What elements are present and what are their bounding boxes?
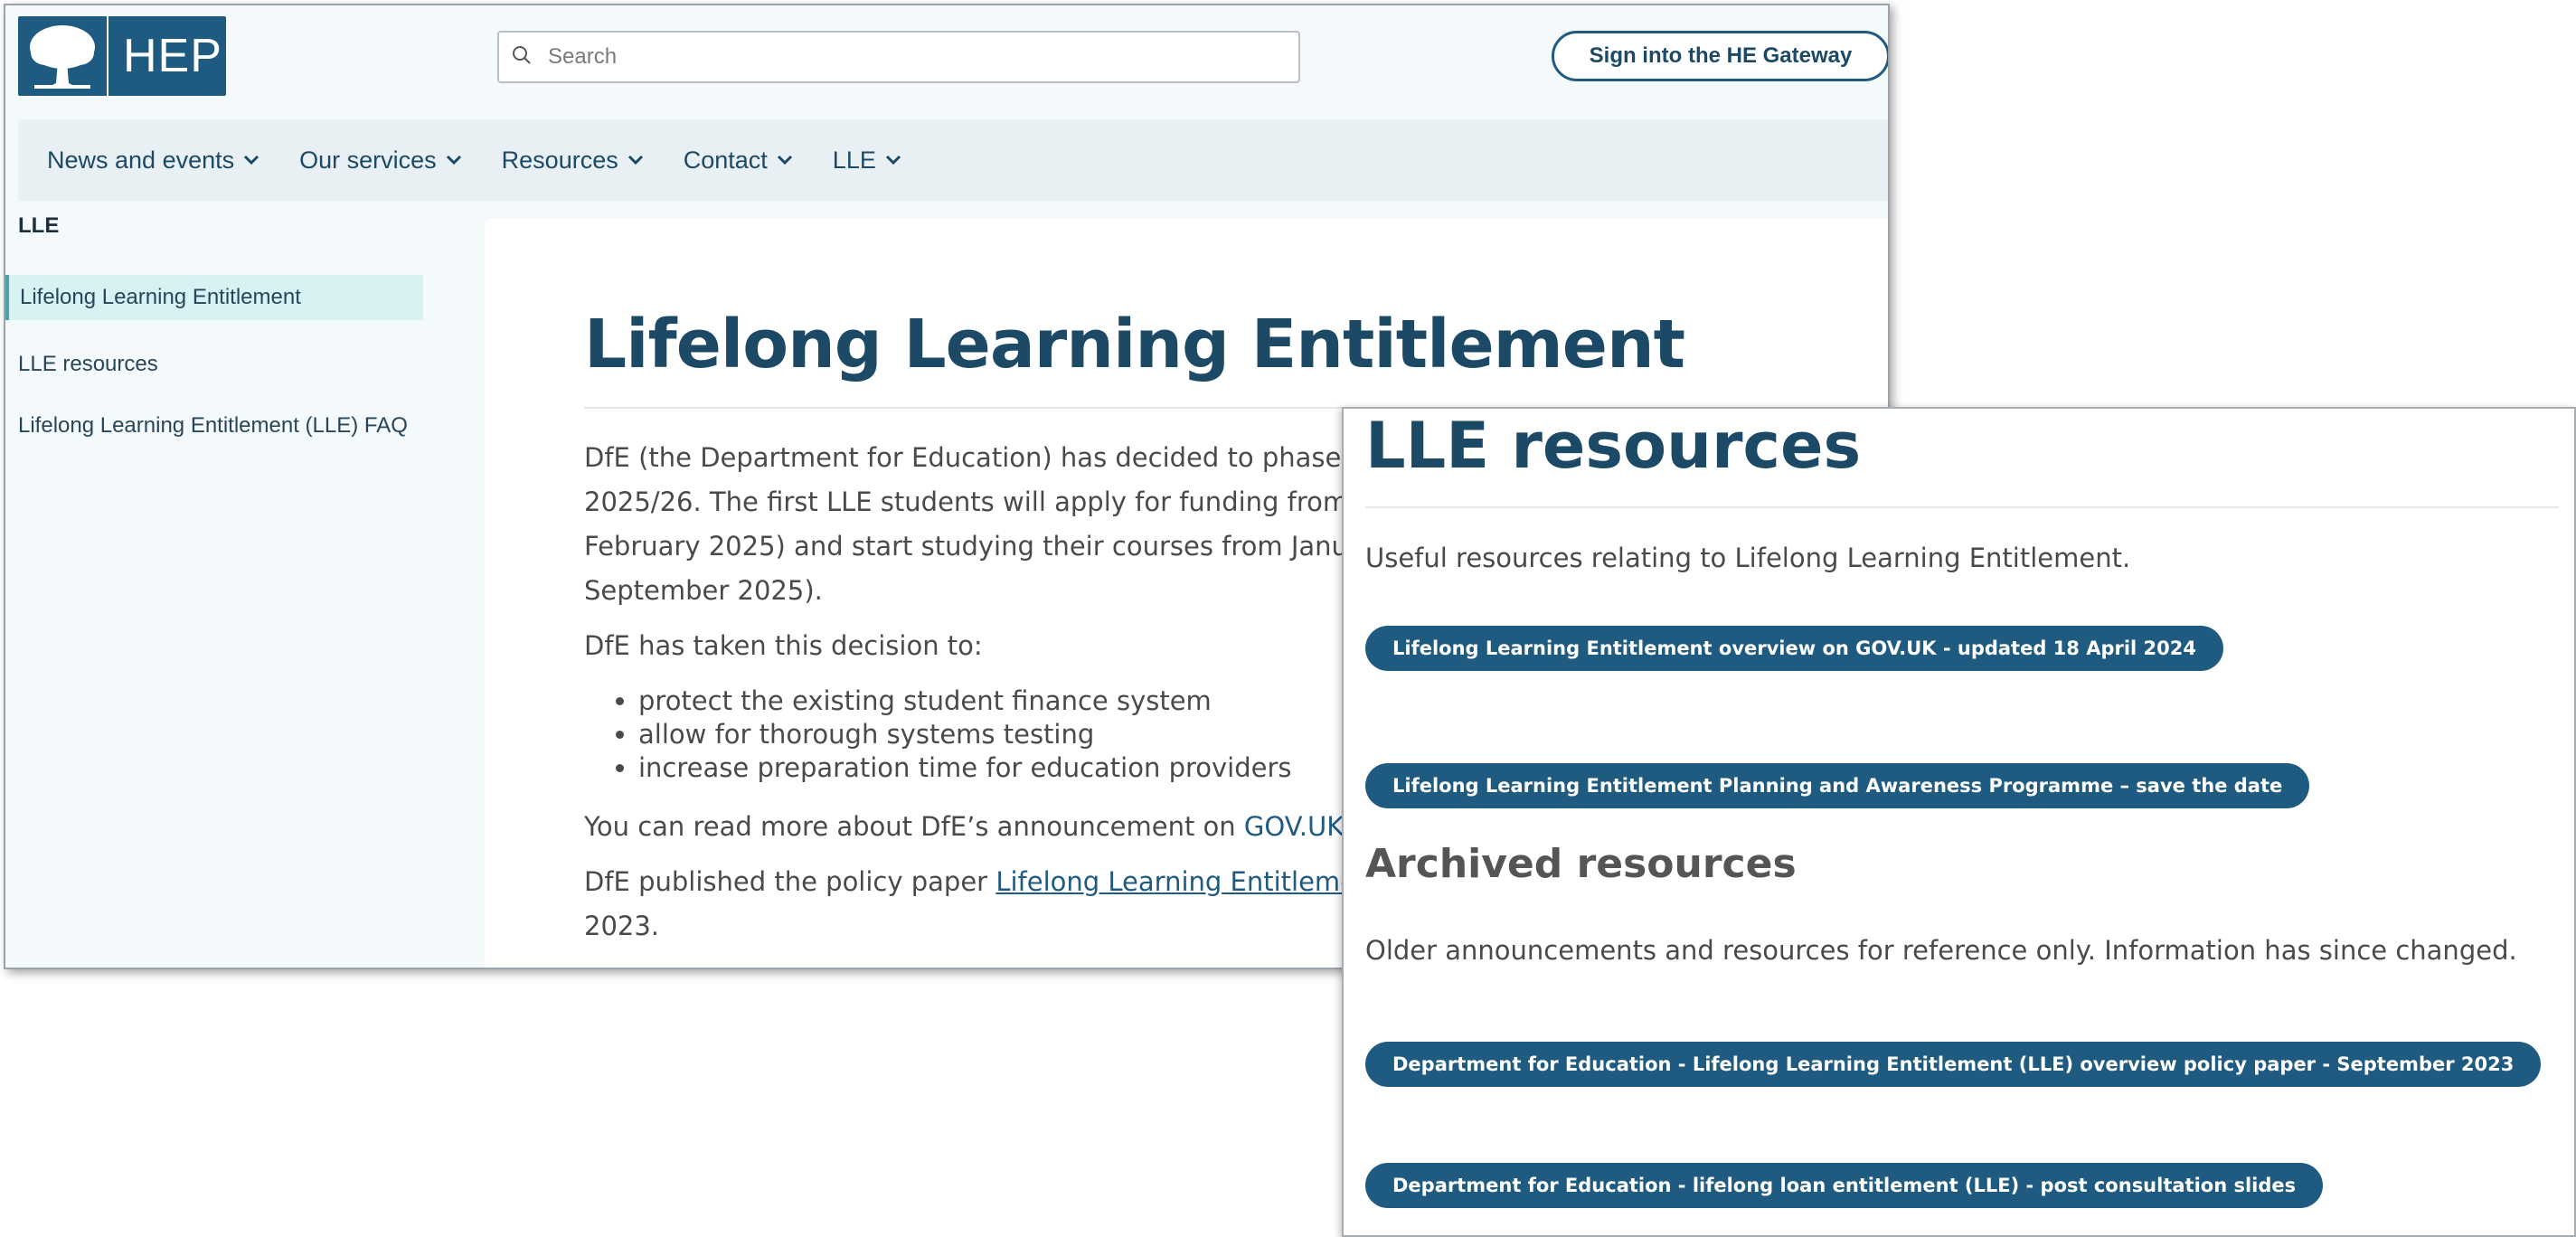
nav-contact[interactable]: Contact xyxy=(684,146,793,175)
resources-title: LLE resources xyxy=(1365,409,1862,483)
archived-link-consultation-slides[interactable]: Department for Education - lifelong loan… xyxy=(1365,1163,2324,1208)
chevron-down-icon xyxy=(244,155,259,165)
nav-label: Resources xyxy=(501,146,618,174)
chevron-down-icon xyxy=(446,155,461,165)
archived-intro: Older announcements and resources for re… xyxy=(1365,935,2517,966)
main-nav: News and events Our services Resources C… xyxy=(18,119,1888,201)
chevron-down-icon xyxy=(777,155,792,165)
nav-news-and-events[interactable]: News and events xyxy=(47,146,259,175)
sidebar-heading: LLE xyxy=(18,213,60,238)
logo-text: HEP xyxy=(123,30,222,82)
search-icon xyxy=(512,45,532,70)
nav-label: Contact xyxy=(683,146,768,174)
chevron-down-icon xyxy=(627,155,643,165)
nav-label: LLE xyxy=(832,146,876,174)
search-input[interactable] xyxy=(548,44,1253,70)
nav-label: Our services xyxy=(299,146,437,174)
sidebar-item-lle-faq[interactable]: Lifelong Learning Entitlement (LLE) FAQ xyxy=(5,403,423,449)
search-field[interactable] xyxy=(497,31,1300,83)
govuk-link[interactable]: GOV.UK xyxy=(1244,811,1344,842)
hep-logo[interactable]: HEP xyxy=(18,16,226,96)
resource-link-save-the-date[interactable]: Lifelong Learning Entitlement Planning a… xyxy=(1365,763,2310,808)
nav-label: News and events xyxy=(47,146,235,174)
nav-lle[interactable]: LLE xyxy=(833,146,901,175)
archived-heading: Archived resources xyxy=(1365,841,1797,887)
policy-text: DfE published the policy paper xyxy=(584,866,996,897)
chevron-down-icon xyxy=(885,155,901,165)
archived-link-policy-paper[interactable]: Department for Education - Lifelong Lear… xyxy=(1365,1042,2542,1087)
lle-resources-window: LLE resources Useful resources relating … xyxy=(1342,407,2576,1237)
sidebar-item-lle[interactable]: Lifelong Learning Entitlement xyxy=(5,275,423,320)
oak-tree-icon xyxy=(18,16,109,96)
nav-resources[interactable]: Resources xyxy=(502,146,644,175)
page-title: Lifelong Learning Entitlement xyxy=(584,306,1685,383)
sidebar-item-lle-resources[interactable]: LLE resources xyxy=(5,342,423,387)
sidebar: LLE Lifelong Learning Entitlement LLE re… xyxy=(5,213,430,449)
nav-our-services[interactable]: Our services xyxy=(299,146,462,175)
resource-link-overview[interactable]: Lifelong Learning Entitlement overview o… xyxy=(1365,626,2224,671)
resources-divider xyxy=(1365,506,2559,508)
announcement-text: You can read more about DfE’s announceme… xyxy=(584,811,1244,842)
resources-intro: Useful resources relating to Lifelong Le… xyxy=(1365,543,2131,573)
sign-in-gateway-button[interactable]: Sign into the HE Gateway xyxy=(1552,31,1888,81)
site-header: HEP Sign into the HE Gateway xyxy=(5,5,1888,107)
